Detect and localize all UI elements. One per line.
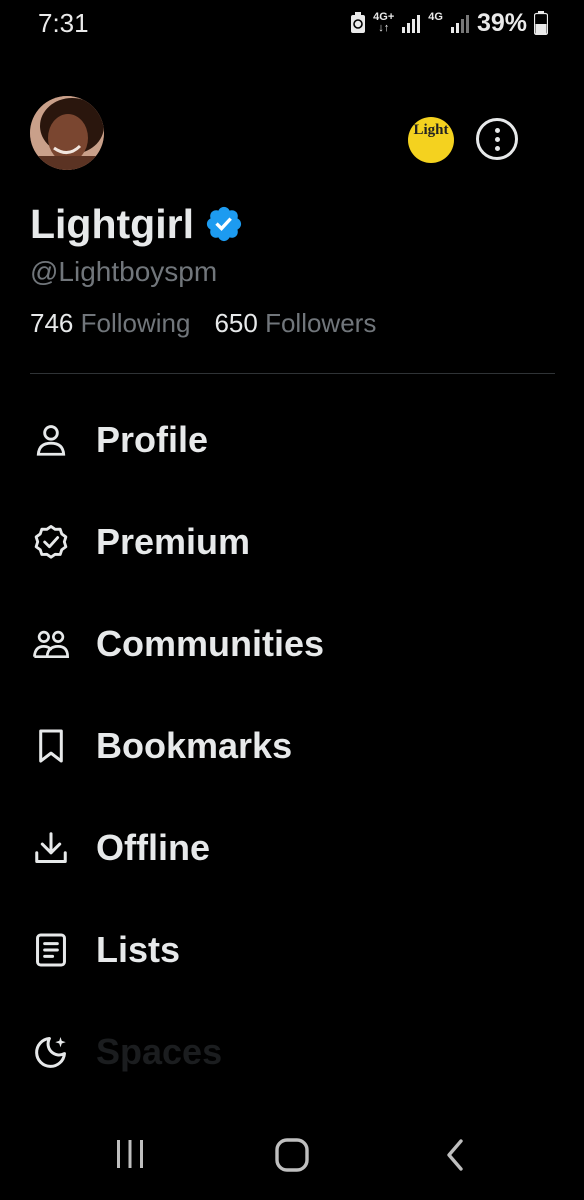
status-icons: 4G+ ↓↑ 4G 39% [350,8,548,38]
download-icon [35,832,67,863]
menu-item-spaces[interactable]: Spaces [0,1007,584,1097]
menu-item-communities[interactable]: Communities [0,599,584,689]
switch-account-button[interactable]: Light [408,117,454,163]
following-link[interactable]: 746 Following [30,308,190,339]
menu-item-premium[interactable]: Premium [0,497,584,587]
moon-sparkle-icon [35,1036,66,1068]
bookmark-icon [39,729,63,763]
followers-count: 650 [214,308,258,338]
followers-link[interactable]: 650 Followers [214,308,376,339]
network-indicator-1: 4G+ ↓↑ [373,11,395,34]
followers-label: Followers [265,308,377,338]
battery-percent: 39% [476,8,527,37]
menu-label: Lists [96,929,181,970]
menu-label: Profile [96,419,209,460]
signal-icon [402,15,421,33]
battery-saver-icon [351,12,366,33]
menu-item-lists[interactable]: Lists [0,905,584,995]
status-bar: 7:31 4G+ ↓↑ 4G 39% [0,0,584,48]
person-icon [36,425,66,456]
display-name-row[interactable]: Lightgirl [30,198,244,250]
verified-badge-icon [206,206,242,242]
home-icon[interactable] [274,1137,310,1173]
following-label: Following [80,308,191,338]
follow-stats: 746 Following 650 Followers [30,308,376,339]
user-handle: @Lightboyspm [30,256,218,287]
menu-item-profile[interactable]: Profile [0,395,584,485]
display-name: Lightgirl [30,200,194,247]
status-time: 7:31 [38,8,89,38]
avatar-image [30,96,104,170]
system-nav-bar [0,1110,584,1200]
menu-label: Premium [96,521,251,562]
dot-icon [495,146,500,151]
battery-icon [534,11,548,35]
menu-label: Spaces [96,1031,223,1072]
dot-icon [495,128,500,133]
menu-item-bookmarks[interactable]: Bookmarks [0,701,584,791]
back-icon[interactable] [442,1137,468,1173]
profile-avatar[interactable] [30,96,104,170]
following-count: 746 [30,308,74,338]
signal-icon-2 [450,15,469,33]
switch-account-label: Light [413,122,449,138]
list-icon [36,933,66,967]
app-screen: 7:31 4G+ ↓↑ 4G 39% Light Lightgirl @Ligh… [0,0,584,1200]
more-options-button[interactable] [476,118,518,160]
people-icon [33,630,69,659]
menu-label: Bookmarks [96,725,293,766]
divider [30,373,555,374]
network-indicator-2: 4G [428,10,443,23]
menu-label: Communities [96,623,325,664]
recents-icon[interactable] [114,1138,146,1170]
dot-icon [495,137,500,142]
menu-label: Offline [96,827,210,868]
verified-badge-icon [34,525,68,559]
menu-item-offline[interactable]: Offline [0,803,584,893]
